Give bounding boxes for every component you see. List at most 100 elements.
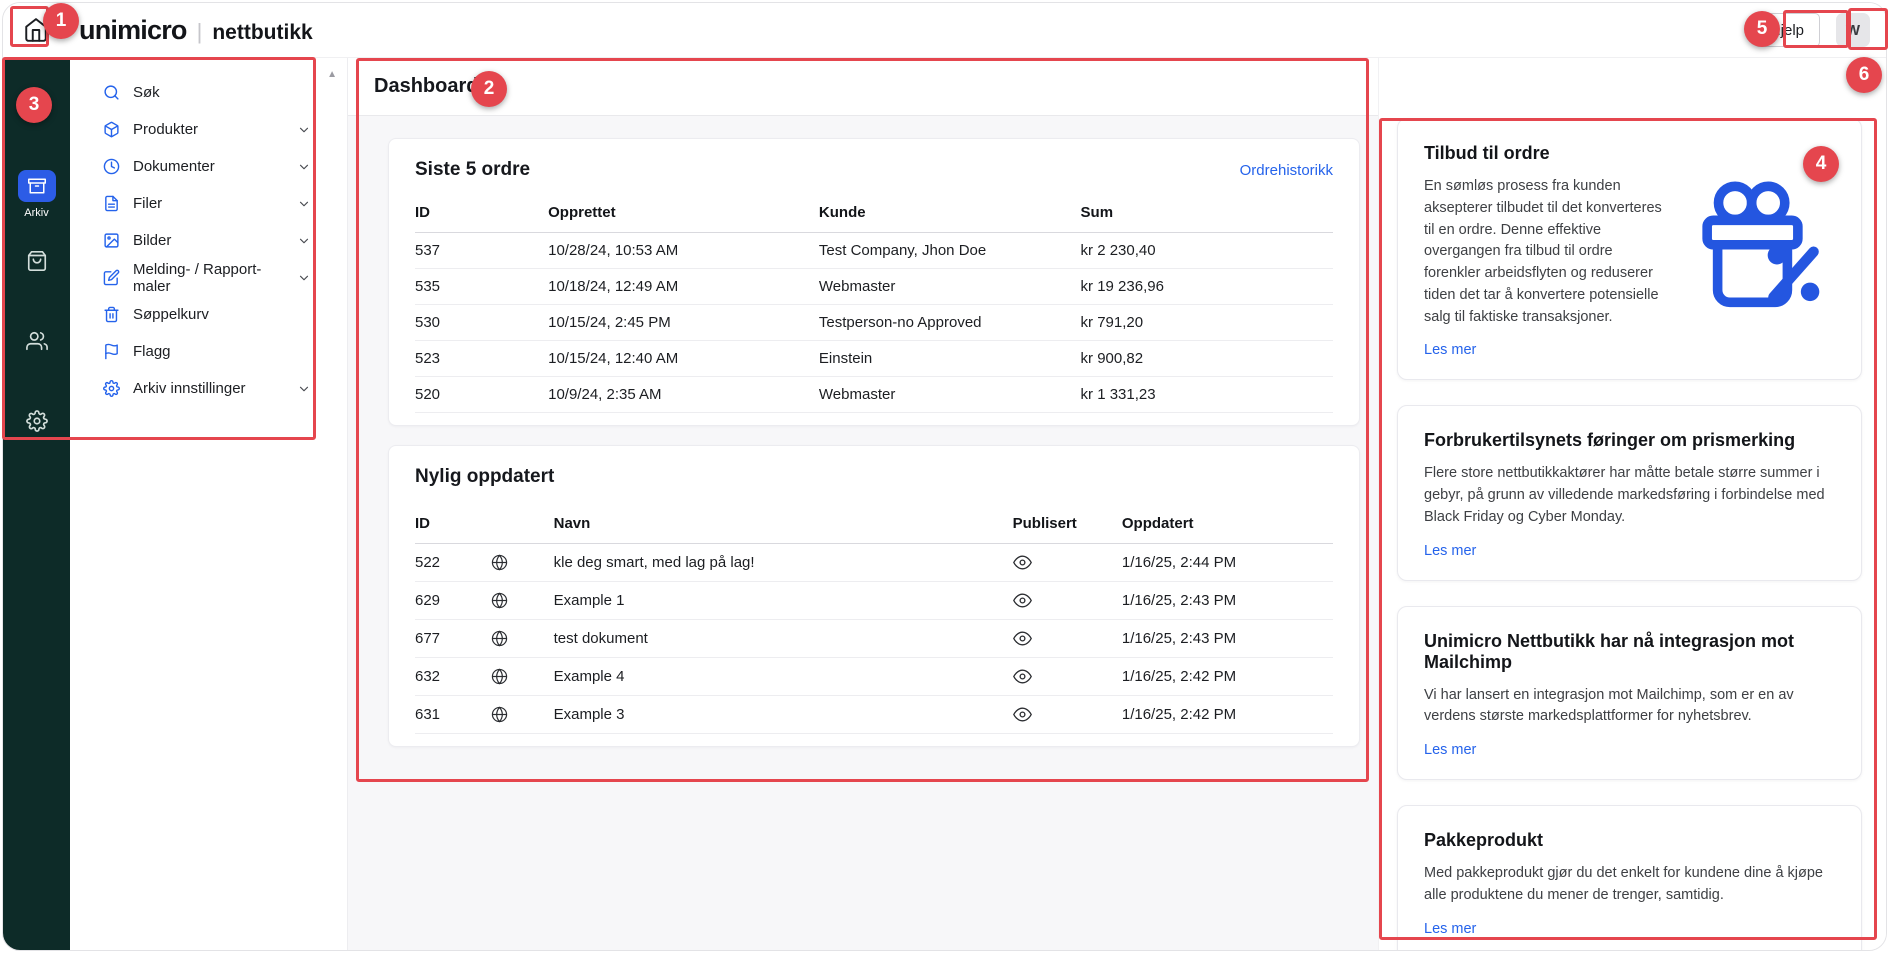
news-card-title: Pakkeprodukt	[1424, 830, 1835, 851]
rail-item-customers[interactable]	[3, 330, 70, 352]
eye-icon[interactable]	[1013, 629, 1122, 648]
news-card-body: Vi har lansert en integrasjon mot Mailch…	[1424, 685, 1835, 729]
chevron-down-icon	[297, 234, 311, 248]
les-mer-link[interactable]: Les mer	[1424, 543, 1476, 559]
users-icon	[26, 330, 48, 352]
package-icon	[103, 121, 120, 138]
sidebar-item-label: Søk	[133, 84, 160, 101]
sidebar-item-label: Filer	[133, 195, 162, 212]
app-window: unimicro | nettbutikk Hjelp W Arkiv	[2, 2, 1887, 951]
sidebar-item-dokumenter[interactable]: Dokumenter	[70, 148, 347, 185]
table-row[interactable]: 52310/15/24, 12:40 AMEinsteinkr 900,82	[415, 341, 1333, 377]
eye-icon[interactable]	[1013, 705, 1122, 724]
les-mer-link[interactable]: Les mer	[1424, 921, 1476, 937]
table-row[interactable]: 53510/18/24, 12:49 AMWebmasterkr 19 236,…	[415, 269, 1333, 305]
table-row[interactable]: 629 Example 1 1/16/25, 2:43 PM	[415, 582, 1333, 620]
gift-percent-icon	[1677, 173, 1835, 359]
table-row[interactable]: 53010/15/24, 2:45 PMTestperson-no Approv…	[415, 305, 1333, 341]
news-card-title: Forbrukertilsynets føringer om prismerki…	[1424, 430, 1835, 451]
globe-icon	[491, 592, 553, 609]
news-card-body: En sømløs prosess fra kunden aksepterer …	[1424, 176, 1669, 328]
column-header: Oppdatert	[1122, 502, 1333, 544]
orders-table-header: ID Opprettet Kunde Sum	[415, 191, 1333, 233]
sidebar-item-label: Søppelkurv	[133, 306, 209, 323]
table-row[interactable]: 631 Example 3 1/16/25, 2:42 PM	[415, 696, 1333, 734]
main-content: Siste 5 ordre Ordrehistorikk ID Opprette…	[348, 116, 1378, 950]
rail-item-settings[interactable]	[3, 410, 70, 432]
globe-icon	[491, 706, 553, 723]
les-mer-link[interactable]: Les mer	[1424, 742, 1476, 758]
column-header: Navn	[554, 502, 1013, 544]
sidebar-item-maler[interactable]: Melding- / Rapport-maler	[70, 259, 347, 296]
sidebar-collapse-button[interactable]: ▲	[327, 70, 337, 80]
sidebar-item-soppelkurv[interactable]: Søppelkurv	[70, 296, 347, 333]
news-card-body: Med pakkeprodukt gjør du det enkelt for …	[1424, 863, 1835, 907]
app-logo: unimicro | nettbutikk	[79, 15, 313, 46]
home-icon	[23, 17, 49, 43]
news-card-body: Flere store nettbutikkaktører har måtte …	[1424, 463, 1835, 528]
table-row[interactable]: 522 kle deg smart, med lag på lag! 1/16/…	[415, 544, 1333, 582]
sidebar-item-sok[interactable]: Søk	[70, 74, 347, 111]
main-area: Dashboard Siste 5 ordre Ordrehistorikk	[348, 58, 1378, 950]
logo-divider: |	[197, 19, 203, 45]
flag-icon	[103, 343, 120, 360]
sidebar-item-label: Produkter	[133, 121, 198, 138]
globe-icon	[491, 630, 553, 647]
order-history-link[interactable]: Ordrehistorikk	[1240, 162, 1333, 179]
les-mer-link[interactable]: Les mer	[1424, 342, 1476, 358]
table-row[interactable]: 52010/9/24, 2:35 AMWebmasterkr 1 331,23	[415, 377, 1333, 413]
screen: unimicro | nettbutikk Hjelp W Arkiv	[0, 0, 1891, 953]
column-header	[491, 502, 553, 544]
news-panel: Tilbud til ordre En sømløs prosess fra k…	[1378, 58, 1886, 950]
orders-card: Siste 5 ordre Ordrehistorikk ID Opprette…	[388, 138, 1360, 426]
help-button[interactable]: Hjelp	[1754, 13, 1820, 47]
eye-icon[interactable]	[1013, 591, 1122, 610]
clock-icon	[103, 158, 120, 175]
column-header: Publisert	[1013, 502, 1122, 544]
updated-table-header: ID Navn Publisert Oppdatert	[415, 502, 1333, 544]
eye-icon[interactable]	[1013, 667, 1122, 686]
page-title: Dashboard	[374, 75, 478, 98]
home-button[interactable]	[17, 11, 55, 49]
column-header: Sum	[1081, 191, 1333, 233]
module-rail: Arkiv	[3, 58, 70, 950]
gear-icon	[103, 380, 120, 397]
chevron-down-icon	[297, 197, 311, 211]
rail-item-label: Arkiv	[24, 207, 48, 219]
sidebar-item-label: Arkiv innstillinger	[133, 380, 246, 397]
file-icon	[103, 195, 120, 212]
sidebar-item-bilder[interactable]: Bilder	[70, 222, 347, 259]
logo-secondary-text: nettbutikk	[212, 21, 312, 45]
sidebar-item-flagg[interactable]: Flagg	[70, 333, 347, 370]
news-card-mailchimp: Unimicro Nettbutikk har nå integrasjon m…	[1397, 606, 1862, 781]
table-row[interactable]: 53710/28/24, 10:53 AMTest Company, Jhon …	[415, 233, 1333, 269]
edit-icon	[103, 269, 120, 286]
column-header: ID	[415, 502, 491, 544]
sidebar: ▲ Søk Produkter Dokumenter	[70, 58, 348, 950]
sidebar-item-arkivinnstillinger[interactable]: Arkiv innstillinger	[70, 370, 347, 407]
updated-card-title: Nylig oppdatert	[415, 466, 554, 488]
orders-card-title: Siste 5 ordre	[415, 159, 530, 181]
sidebar-item-label: Bilder	[133, 232, 171, 249]
table-row[interactable]: 677 test dokument 1/16/25, 2:43 PM	[415, 620, 1333, 658]
sidebar-item-filer[interactable]: Filer	[70, 185, 347, 222]
image-icon	[103, 232, 120, 249]
globe-icon	[491, 554, 553, 571]
user-avatar[interactable]: W	[1836, 13, 1870, 47]
gear-icon	[26, 410, 48, 432]
sidebar-item-produkter[interactable]: Produkter	[70, 111, 347, 148]
eye-icon[interactable]	[1013, 553, 1122, 572]
column-header: Opprettet	[548, 191, 819, 233]
archive-icon	[28, 177, 46, 195]
chevron-down-icon	[297, 382, 311, 396]
updated-card: Nylig oppdatert ID Navn Publisert Op	[388, 445, 1360, 747]
search-icon	[103, 84, 120, 101]
trash-icon	[103, 306, 120, 323]
news-card-pakkeprodukt: Pakkeprodukt Med pakkeprodukt gjør du de…	[1397, 805, 1862, 951]
column-header: Kunde	[819, 191, 1081, 233]
table-row[interactable]: 632 Example 4 1/16/25, 2:42 PM	[415, 658, 1333, 696]
column-header: ID	[415, 191, 548, 233]
rail-item-arkiv[interactable]: Arkiv	[3, 170, 70, 219]
chevron-down-icon	[297, 123, 311, 137]
rail-item-shop[interactable]	[3, 250, 70, 272]
